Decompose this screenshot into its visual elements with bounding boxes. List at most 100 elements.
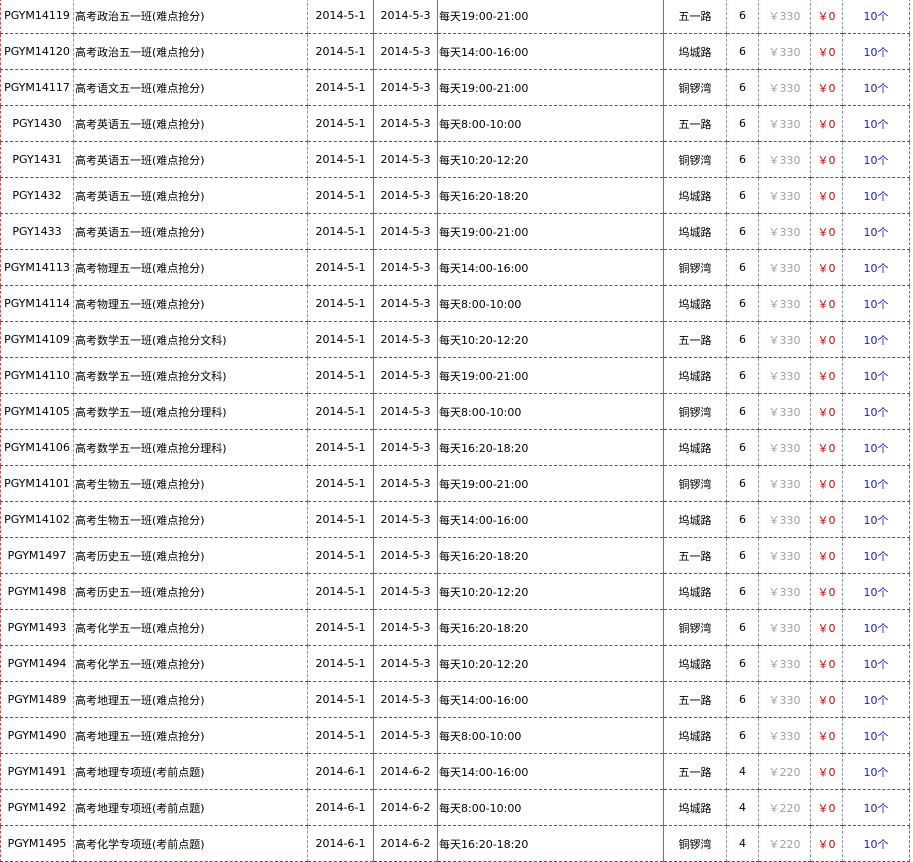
original-price-cell: ￥330 (758, 573, 811, 610)
original-price-cell: ￥330 (758, 537, 811, 574)
course-code-cell: PGYM1495 (0, 825, 74, 862)
current-price-cell: ￥0 (810, 645, 843, 682)
campus-cell: 铜锣湾 (663, 249, 727, 286)
start-date-cell: 2014-6-1 (307, 753, 374, 790)
table-row: PGYM1495 高考化学专项班(考前点题) 2014-6-1 2014-6-2 每天1… (0, 825, 910, 862)
remaining-quota-cell[interactable]: 10个 (842, 249, 910, 286)
campus-cell: 坞城路 (663, 717, 727, 754)
start-date-cell: 2014-5-1 (307, 141, 374, 178)
course-name-cell[interactable]: 高考生物五一班(难点抢分) (73, 465, 308, 502)
course-name-cell[interactable]: 高考化学五一班(难点抢分) (73, 645, 308, 682)
course-name-cell[interactable]: 高考地理专项班(考前点题) (73, 753, 308, 790)
campus-cell: 五一路 (663, 753, 727, 790)
campus-cell: 坞城路 (663, 33, 727, 70)
course-code-cell: PGYM14105 (0, 393, 74, 430)
current-price-cell: ￥0 (810, 537, 843, 574)
remaining-quota-cell[interactable]: 10个 (842, 717, 910, 754)
schedule-time-cell: 每天8:00-10:00 (437, 285, 664, 322)
schedule-time-cell: 每天14:00-16:00 (437, 753, 664, 790)
course-name-cell[interactable]: 高考历史五一班(难点抢分) (73, 573, 308, 610)
original-price-cell: ￥330 (758, 717, 811, 754)
remaining-quota-cell[interactable]: 10个 (842, 0, 910, 34)
table-row: PGY1433 高考英语五一班(难点抢分) 2014-5-1 2014-5-3 每天19… (0, 213, 910, 250)
start-date-cell: 2014-6-1 (307, 789, 374, 826)
current-price-cell: ￥0 (810, 753, 843, 790)
course-name-cell[interactable]: 高考生物五一班(难点抢分) (73, 501, 308, 538)
remaining-quota-cell[interactable]: 10个 (842, 609, 910, 646)
course-name-cell[interactable]: 高考英语五一班(难点抢分) (73, 141, 308, 178)
remaining-quota-cell[interactable]: 10个 (842, 321, 910, 358)
remaining-quota-cell[interactable]: 10个 (842, 537, 910, 574)
current-price-cell: ￥0 (810, 825, 843, 862)
remaining-quota-cell[interactable]: 10个 (842, 573, 910, 610)
original-price-cell: ￥220 (758, 825, 811, 862)
campus-cell: 五一路 (663, 681, 727, 718)
schedule-time-cell: 每天16:20-18:20 (437, 537, 664, 574)
campus-cell: 坞城路 (663, 501, 727, 538)
course-name-cell[interactable]: 高考政治五一班(难点抢分) (73, 0, 308, 34)
original-price-cell: ￥330 (758, 141, 811, 178)
course-name-cell[interactable]: 高考数学五一班(难点抢分文科) (73, 321, 308, 358)
current-price-cell: ￥0 (810, 213, 843, 250)
table-row: PGY1430 高考英语五一班(难点抢分) 2014-5-1 2014-5-3 每天8:… (0, 105, 910, 142)
course-code-cell: PGYM1493 (0, 609, 74, 646)
course-name-cell[interactable]: 高考物理五一班(难点抢分) (73, 249, 308, 286)
campus-cell: 坞城路 (663, 357, 727, 394)
campus-cell: 铜锣湾 (663, 465, 727, 502)
remaining-quota-cell[interactable]: 10个 (842, 69, 910, 106)
course-name-cell[interactable]: 高考数学五一班(难点抢分文科) (73, 357, 308, 394)
current-price-cell: ￥0 (810, 393, 843, 430)
table-row: PGY1431 高考英语五一班(难点抢分) 2014-5-1 2014-5-3 每天10… (0, 141, 910, 178)
remaining-quota-cell[interactable]: 10个 (842, 501, 910, 538)
remaining-quota-cell[interactable]: 10个 (842, 177, 910, 214)
schedule-time-cell: 每天10:20-12:20 (437, 645, 664, 682)
course-code-cell: PGYM14106 (0, 429, 74, 466)
current-price-cell: ￥0 (810, 465, 843, 502)
remaining-quota-cell[interactable]: 10个 (842, 357, 910, 394)
course-code-cell: PGY1430 (0, 105, 74, 142)
remaining-quota-cell[interactable]: 10个 (842, 429, 910, 466)
campus-cell: 铜锣湾 (663, 141, 727, 178)
course-name-cell[interactable]: 高考英语五一班(难点抢分) (73, 177, 308, 214)
session-count-cell: 6 (726, 537, 759, 574)
table-row: PGYM1489 高考地理五一班(难点抢分) 2014-5-1 2014-5-3 每天1… (0, 681, 910, 718)
schedule-time-cell: 每天8:00-10:00 (437, 717, 664, 754)
original-price-cell: ￥330 (758, 501, 811, 538)
start-date-cell: 2014-5-1 (307, 537, 374, 574)
course-name-cell[interactable]: 高考数学五一班(难点抢分理科) (73, 393, 308, 430)
remaining-quota-cell[interactable]: 10个 (842, 789, 910, 826)
remaining-quota-cell[interactable]: 10个 (842, 393, 910, 430)
remaining-quota-cell[interactable]: 10个 (842, 141, 910, 178)
remaining-quota-cell[interactable]: 10个 (842, 825, 910, 862)
remaining-quota-cell[interactable]: 10个 (842, 645, 910, 682)
session-count-cell: 6 (726, 0, 759, 34)
table-row: PGY1432 高考英语五一班(难点抢分) 2014-5-1 2014-5-3 每天16… (0, 177, 910, 214)
course-name-cell[interactable]: 高考物理五一班(难点抢分) (73, 285, 308, 322)
remaining-quota-cell[interactable]: 10个 (842, 681, 910, 718)
course-code-cell: PGYM14120 (0, 33, 74, 70)
remaining-quota-cell[interactable]: 10个 (842, 465, 910, 502)
table-row: PGYM1494 高考化学五一班(难点抢分) 2014-5-1 2014-5-3 每天1… (0, 645, 910, 682)
course-name-cell[interactable]: 高考地理专项班(考前点题) (73, 789, 308, 826)
course-name-cell[interactable]: 高考英语五一班(难点抢分) (73, 213, 308, 250)
schedule-time-cell: 每天8:00-10:00 (437, 105, 664, 142)
course-name-cell[interactable]: 高考化学五一班(难点抢分) (73, 609, 308, 646)
course-name-cell[interactable]: 高考化学专项班(考前点题) (73, 825, 308, 862)
original-price-cell: ￥330 (758, 0, 811, 34)
course-name-cell[interactable]: 高考语文五一班(难点抢分) (73, 69, 308, 106)
course-name-cell[interactable]: 高考政治五一班(难点抢分) (73, 33, 308, 70)
remaining-quota-cell[interactable]: 10个 (842, 105, 910, 142)
schedule-time-cell: 每天10:20-12:20 (437, 141, 664, 178)
course-name-cell[interactable]: 高考数学五一班(难点抢分理科) (73, 429, 308, 466)
course-name-cell[interactable]: 高考地理五一班(难点抢分) (73, 681, 308, 718)
course-name-cell[interactable]: 高考历史五一班(难点抢分) (73, 537, 308, 574)
session-count-cell: 6 (726, 285, 759, 322)
course-name-cell[interactable]: 高考英语五一班(难点抢分) (73, 105, 308, 142)
current-price-cell: ￥0 (810, 177, 843, 214)
end-date-cell: 2014-5-3 (373, 465, 438, 502)
remaining-quota-cell[interactable]: 10个 (842, 33, 910, 70)
remaining-quota-cell[interactable]: 10个 (842, 753, 910, 790)
remaining-quota-cell[interactable]: 10个 (842, 213, 910, 250)
course-name-cell[interactable]: 高考地理五一班(难点抢分) (73, 717, 308, 754)
remaining-quota-cell[interactable]: 10个 (842, 285, 910, 322)
